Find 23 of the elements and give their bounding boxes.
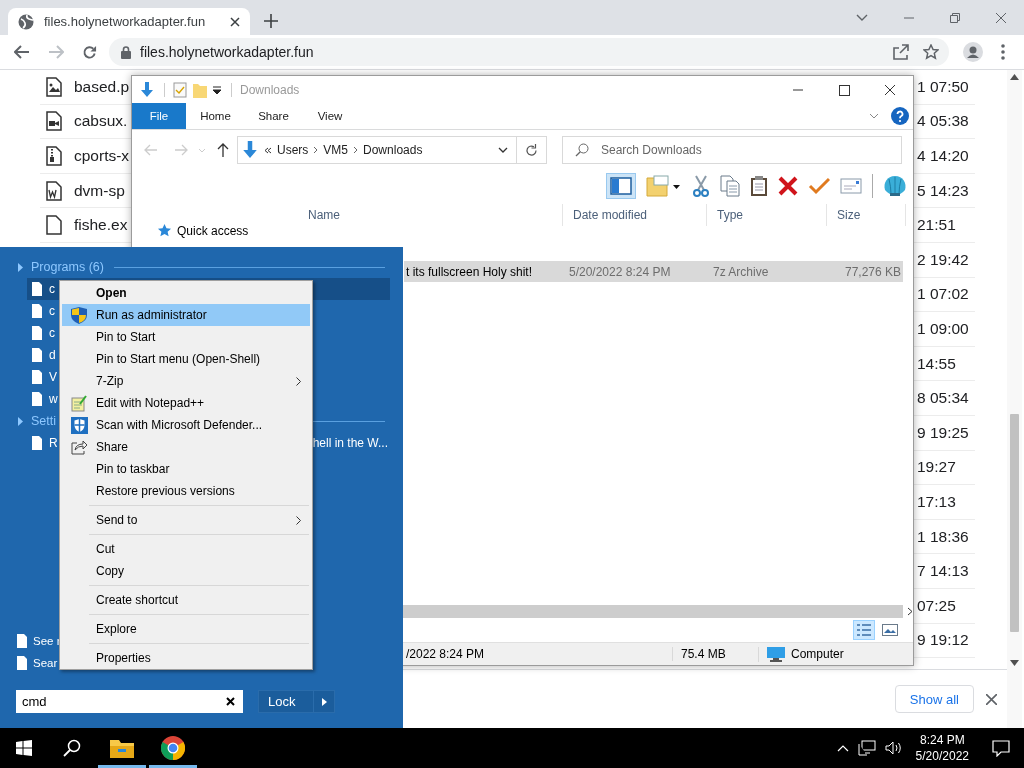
file-date: 4 14:20 xyxy=(917,147,970,165)
clock: 8:24 PM 5/20/2022 xyxy=(915,732,969,764)
file-date: 8 05:34 xyxy=(917,389,970,408)
section-header: Programs (6) xyxy=(31,260,104,274)
status-text: 75.4 MB xyxy=(672,647,758,661)
file-date: 07:25 xyxy=(917,596,957,615)
file-date: 2 19:42 xyxy=(917,250,970,269)
file-date: 7 14:13 xyxy=(917,562,970,581)
file-date: 19:27 xyxy=(917,458,957,477)
file-date: 1 18:36 xyxy=(917,527,970,546)
status-text: Computer xyxy=(791,647,844,661)
section-header: Setti xyxy=(31,414,56,428)
file-date: 1 09:00 xyxy=(917,319,970,338)
file-date: 1 07:50 xyxy=(917,77,970,96)
file-date: 1 07:02 xyxy=(917,285,970,304)
file-date: 21:51 xyxy=(917,216,957,235)
window-title: Downloads xyxy=(240,82,300,97)
file-date: 5 14:23 xyxy=(917,181,970,200)
file-date: 9 19:25 xyxy=(917,423,970,442)
file-date: 14:55 xyxy=(917,354,957,373)
file-date: 17:13 xyxy=(917,492,957,511)
file-date: 4 05:38 xyxy=(917,112,970,131)
file-date: 9 19:12 xyxy=(917,631,970,650)
